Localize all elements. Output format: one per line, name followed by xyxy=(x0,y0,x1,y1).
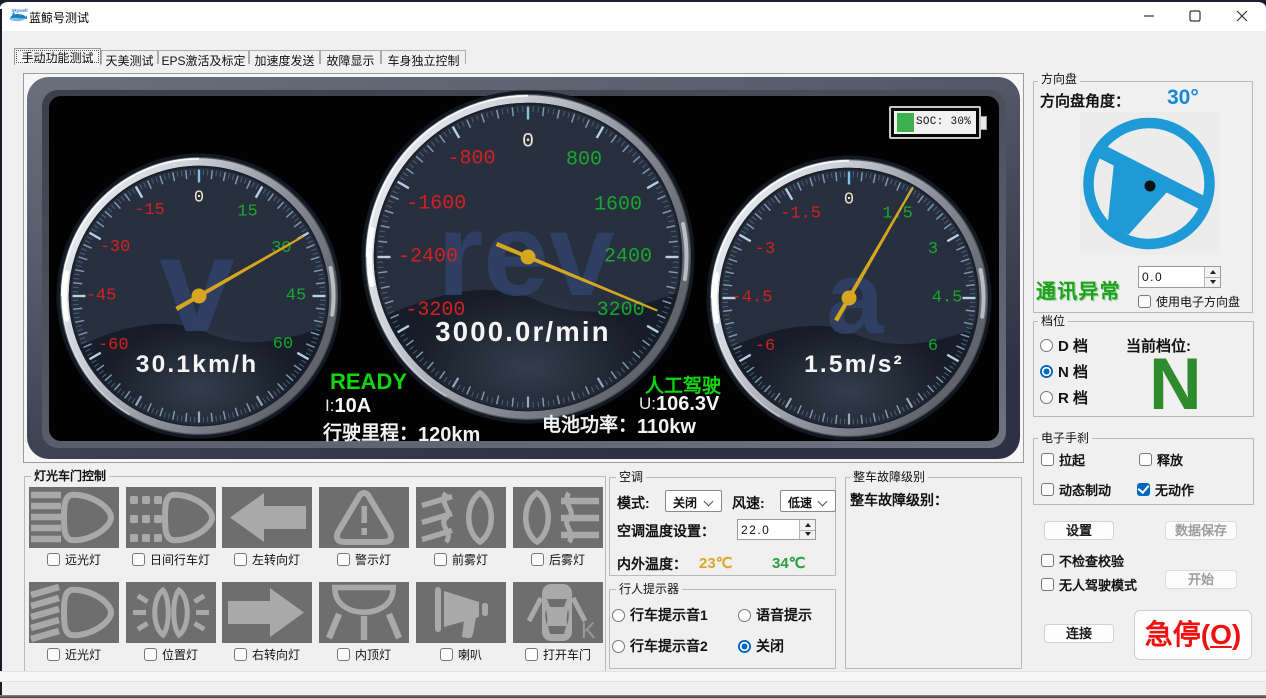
svg-text:15: 15 xyxy=(237,203,257,222)
svg-text:800: 800 xyxy=(566,149,602,172)
svg-text:3: 3 xyxy=(928,240,938,259)
svg-text:1600: 1600 xyxy=(594,194,642,217)
svg-text:0: 0 xyxy=(194,189,204,208)
svg-text:3000.0r/min: 3000.0r/min xyxy=(435,316,611,347)
svg-text:45: 45 xyxy=(286,287,306,306)
svg-text:-6: -6 xyxy=(755,337,775,356)
svg-text:30.1km/h: 30.1km/h xyxy=(136,351,258,378)
svg-text:K: K xyxy=(581,618,596,643)
svg-text:-1600: -1600 xyxy=(406,193,466,216)
svg-text:0: 0 xyxy=(844,191,854,210)
svg-text:-3: -3 xyxy=(755,240,775,259)
svg-text:60: 60 xyxy=(273,335,293,354)
svg-text:0: 0 xyxy=(522,131,534,154)
svg-text:4.5: 4.5 xyxy=(932,289,963,308)
svg-text:6: 6 xyxy=(928,337,938,356)
svg-text:-15: -15 xyxy=(134,201,165,220)
svg-text:-2400: -2400 xyxy=(398,246,458,269)
svg-text:v: v xyxy=(159,209,234,360)
svg-text:-4.5: -4.5 xyxy=(732,289,773,308)
svg-text:-60: -60 xyxy=(98,336,129,355)
svg-text:-800: -800 xyxy=(447,148,495,171)
svg-text:-45: -45 xyxy=(86,287,117,306)
svg-text:-1.5: -1.5 xyxy=(780,205,821,224)
svg-text:1.5m/s²: 1.5m/s² xyxy=(804,351,904,378)
svg-text:2400: 2400 xyxy=(604,246,652,269)
svg-text:-30: -30 xyxy=(100,238,131,257)
